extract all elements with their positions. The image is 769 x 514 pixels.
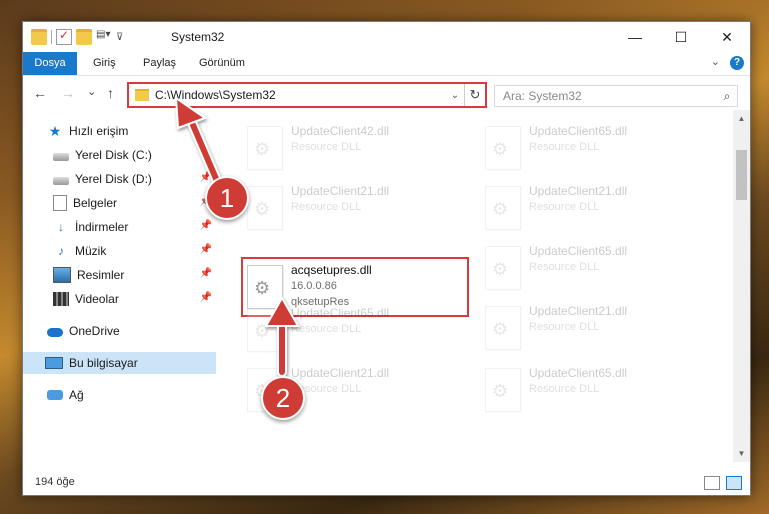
tutorial-annotations xyxy=(174,96,300,377)
arrow-to-address-bar xyxy=(174,96,225,193)
arrow-to-dll-file xyxy=(264,295,300,377)
step-1-badge: 1 xyxy=(205,176,249,220)
step-2-badge: 2 xyxy=(261,376,305,420)
